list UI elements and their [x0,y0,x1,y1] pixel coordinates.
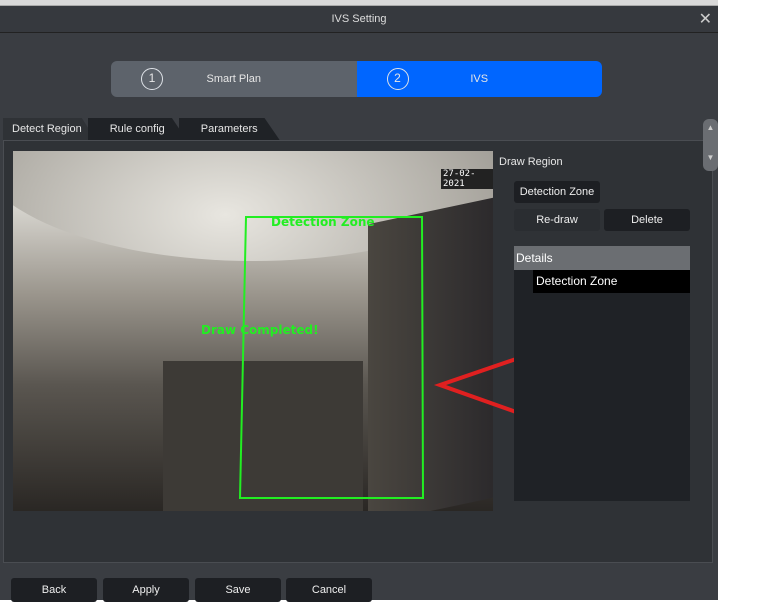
camera-view[interactable]: 27-02-2021 Detection Zone Draw Completed… [13,151,493,511]
draw-region-title: Draw Region [499,156,563,168]
wizard-steps: 1 Smart Plan 2 IVS [111,61,602,97]
back-button[interactable]: Back [11,578,97,602]
close-icon[interactable]: ✕ [699,6,712,33]
scroll-up-icon[interactable]: ▲ [703,119,718,137]
dialog-title: IVS Setting [331,13,387,25]
draw-status: Draw Completed! [201,323,319,337]
tab-parameters[interactable]: Parameters [178,118,280,140]
step-number: 2 [386,68,409,90]
details-list: Details Detection Zone [514,246,690,501]
details-header: Details [514,246,690,270]
tab-rule-config[interactable]: Rule config [87,118,187,140]
tab-detect-region[interactable]: Detect Region [3,118,96,140]
save-button[interactable]: Save [195,578,281,602]
title-bar: IVS Setting ✕ [0,6,718,33]
cancel-button[interactable]: Cancel [286,578,372,602]
step-smart-plan[interactable]: 1 Smart Plan [111,61,357,97]
details-item[interactable]: Detection Zone [533,270,690,293]
apply-button[interactable]: Apply [103,578,189,602]
tab-bar: Detect Region Rule config Parameters [3,118,280,140]
delete-button[interactable]: Delete [604,209,690,231]
scroll-down-icon[interactable]: ▼ [703,149,718,167]
detection-zone-button[interactable]: Detection Zone [514,181,600,203]
step-number: 1 [141,68,163,90]
scrollbar[interactable]: ▲ ▼ [703,119,718,171]
step-ivs[interactable]: 2 IVS [356,61,602,97]
zone-label: Detection Zone [271,215,375,229]
redraw-button[interactable]: Re-draw [514,209,600,231]
